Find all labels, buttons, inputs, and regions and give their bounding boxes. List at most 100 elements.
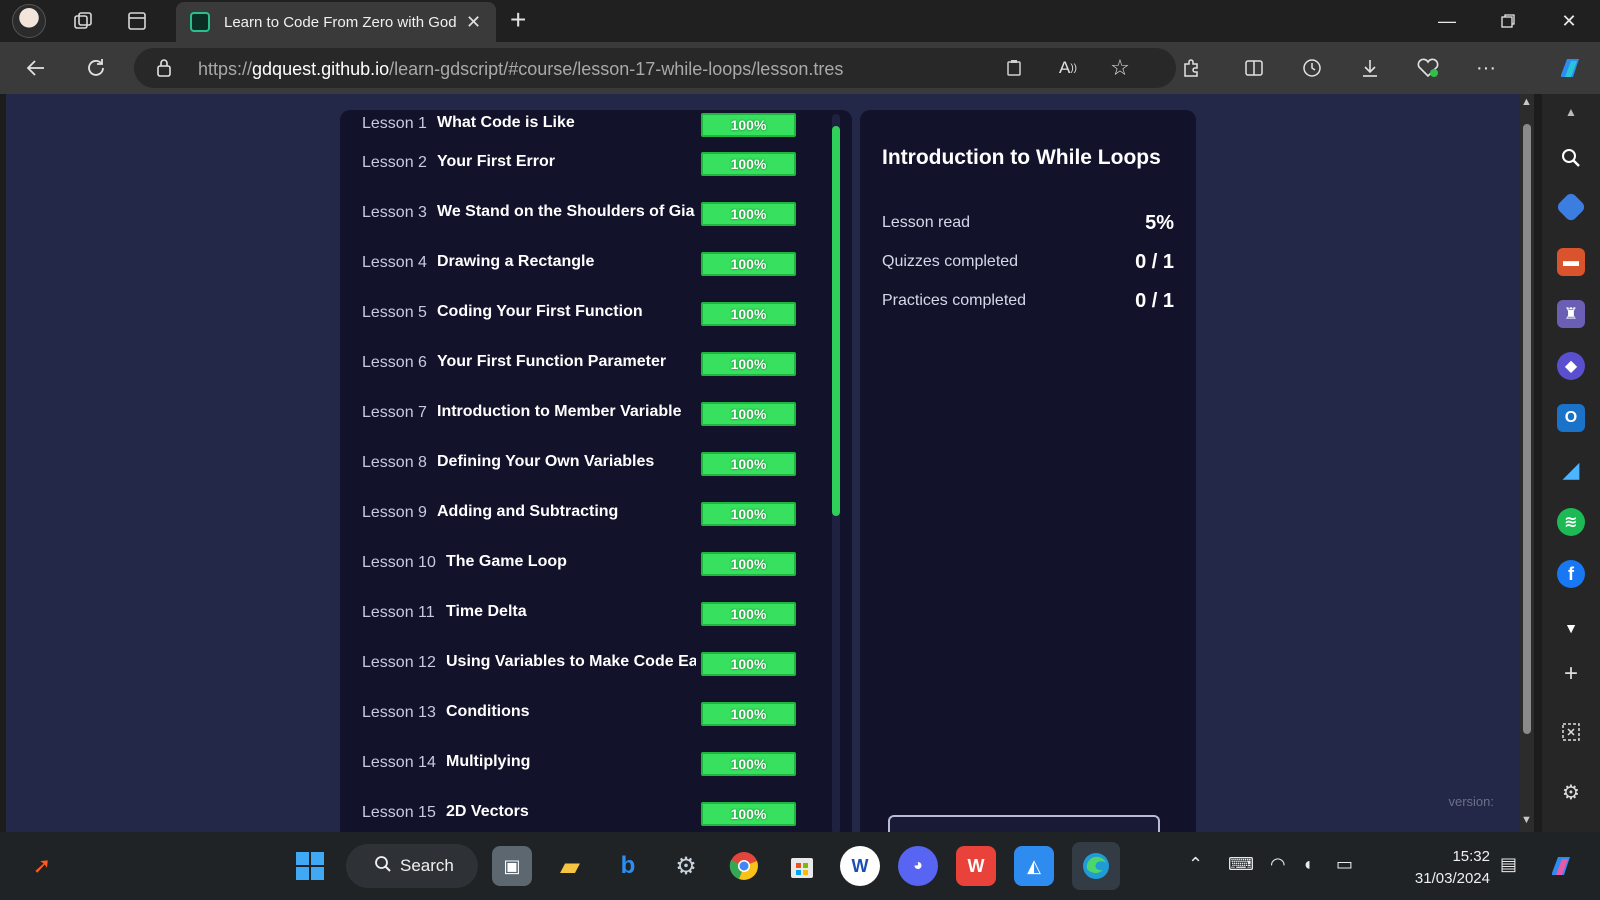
lesson-row[interactable]: Lesson 6 Your First Function Parameter 1…	[340, 344, 820, 384]
minimize-icon[interactable]: —	[1432, 6, 1462, 36]
lesson-row[interactable]: Lesson 1 What Code is Like 100%	[340, 110, 820, 145]
progress-badge: 100%	[701, 652, 796, 676]
history-icon[interactable]	[1296, 52, 1328, 84]
lesson-row[interactable]: Lesson 7 Introduction to Member Variable…	[340, 394, 820, 434]
wifi-icon[interactable]: ◠	[1270, 854, 1286, 875]
lesson-title: Multiplying	[446, 753, 531, 770]
new-tab-plus-icon[interactable]: +	[510, 4, 526, 36]
read-aloud-icon[interactable]: A))	[1052, 52, 1084, 84]
stat-label: Quizzes completed	[882, 253, 1019, 270]
lesson-list-scroll-thumb[interactable]	[832, 126, 840, 516]
lesson-title: 2D Vectors	[446, 803, 529, 820]
task-view-icon[interactable]: ▣	[492, 846, 532, 886]
microsoft-store-icon[interactable]	[782, 846, 822, 886]
file-explorer-icon[interactable]: ▰	[550, 846, 590, 886]
lesson-list-panel[interactable]: Lesson 1 What Code is Like 100% Lesson 2…	[340, 110, 852, 832]
downloads-icon[interactable]	[1354, 52, 1386, 84]
lesson-row[interactable]: Lesson 14 Multiplying 100%	[340, 744, 820, 784]
windows-taskbar: ➚ Search ▣ ▰ b ⚙ W ◕ W ◭ ⌃ ⌨ ◠ ◖ ▭ 15:32…	[0, 832, 1600, 900]
keyboard-icon[interactable]: ⌨	[1228, 854, 1254, 875]
lesson-row[interactable]: Lesson 4 Drawing a Rectangle 100%	[340, 244, 820, 284]
outlook-icon[interactable]: O	[1557, 404, 1585, 432]
vertical-tabs-icon[interactable]	[122, 6, 152, 36]
app-available-icon[interactable]	[998, 52, 1030, 84]
active-tab[interactable]: Learn to Code From Zero with Godot ✕	[176, 2, 496, 42]
edge-browser-icon[interactable]	[1072, 842, 1120, 890]
edge-sidebar: ▲ ▬ ♜ ◆ O ◢ ≋ f ▼ + ⚙	[1542, 94, 1600, 832]
clock-date: 31/03/2024	[1414, 870, 1490, 887]
lesson-number: Lesson 15	[362, 804, 436, 821]
sidebar-settings-gear-icon[interactable]: ⚙	[1557, 778, 1585, 806]
browser-toolbar: https://gdquest.github.io/learn-gdscript…	[0, 42, 1600, 94]
chrome-icon[interactable]	[724, 846, 764, 886]
lesson-title: Time Delta	[446, 603, 527, 620]
page-scroll-thumb[interactable]	[1523, 124, 1531, 734]
lesson-row[interactable]: Lesson 10 The Game Loop 100%	[340, 544, 820, 584]
taskbar-search-box[interactable]: Search	[346, 844, 478, 888]
tools-briefcase-icon[interactable]: ▬	[1557, 248, 1585, 276]
windows-start-icon[interactable]	[290, 846, 330, 886]
profile-avatar[interactable]	[12, 4, 46, 38]
lesson-row[interactable]: Lesson 11 Time Delta 100%	[340, 594, 820, 634]
lesson-info-panel: Introduction to While Loops Lesson read …	[860, 110, 1196, 832]
screenshot-capture-icon[interactable]	[1557, 718, 1585, 746]
lesson-title: Your First Function Parameter	[437, 353, 667, 370]
continue-button[interactable]	[888, 815, 1160, 832]
sidebar-more-down-icon[interactable]: ▼	[1557, 614, 1585, 642]
restore-icon[interactable]	[1493, 6, 1523, 36]
photos-icon[interactable]: ◭	[1014, 846, 1054, 886]
send-paper-plane-icon[interactable]: ◢	[1557, 456, 1585, 484]
lock-icon[interactable]	[148, 52, 180, 84]
bing-icon[interactable]: b	[608, 846, 648, 886]
copilot-icon[interactable]	[1554, 52, 1586, 84]
page-scrollbar[interactable]: ▲ ▼	[1520, 94, 1534, 832]
volume-icon[interactable]: ◖	[1302, 854, 1313, 875]
split-screen-icon[interactable]	[1238, 52, 1270, 84]
lesson-row[interactable]: Lesson 5 Coding Your First Function 100%	[340, 294, 820, 334]
close-window-icon[interactable]: ✕	[1554, 6, 1584, 36]
shopping-tag-icon[interactable]	[1555, 191, 1587, 223]
refresh-icon[interactable]	[80, 52, 112, 84]
lesson-list-scrollbar[interactable]	[832, 114, 840, 832]
browser-essentials-heart-icon[interactable]	[1412, 52, 1444, 84]
lesson-row[interactable]: Lesson 2 Your First Error 100%	[340, 144, 820, 184]
extensions-puzzle-icon[interactable]	[1175, 52, 1207, 84]
url-text[interactable]: https://gdquest.github.io/learn-gdscript…	[198, 59, 843, 80]
close-tab-icon[interactable]: ✕	[466, 12, 481, 33]
show-hidden-icons-chevron-icon[interactable]: ⌃	[1188, 854, 1203, 875]
lesson-row[interactable]: Lesson 13 Conditions 100%	[340, 694, 820, 734]
lesson-number: Lesson 7	[362, 404, 427, 421]
favorite-star-icon[interactable]: ☆	[1104, 52, 1136, 84]
address-bar[interactable]: https://gdquest.github.io/learn-gdscript…	[134, 48, 1176, 88]
spotify-icon[interactable]: ≋	[1557, 508, 1585, 536]
sidebar-scroll-up-icon[interactable]: ▲	[1557, 98, 1585, 126]
lesson-title: Defining Your Own Variables	[437, 453, 655, 470]
scroll-up-arrow-icon[interactable]: ▲	[1521, 96, 1532, 108]
scroll-down-arrow-icon[interactable]: ▼	[1521, 814, 1532, 826]
lesson-row[interactable]: Lesson 12 Using Variables to Make Code E…	[340, 644, 820, 684]
lesson-row[interactable]: Lesson 9 Adding and Subtracting 100%	[340, 494, 820, 534]
lesson-number: Lesson 12	[362, 654, 436, 671]
lesson-row[interactable]: Lesson 3 We Stand on the Shoulders of Gi…	[340, 194, 820, 234]
more-options-icon[interactable]: ···	[1470, 52, 1502, 84]
widgets-icon[interactable]: ➚	[22, 846, 62, 886]
copilot-pre-icon[interactable]	[1542, 846, 1582, 886]
lesson-number: Lesson 10	[362, 554, 436, 571]
wps-office-icon[interactable]: W	[956, 846, 996, 886]
facebook-icon[interactable]: f	[1557, 560, 1585, 588]
back-arrow-icon[interactable]	[20, 52, 52, 84]
lesson-row[interactable]: Lesson 15 2D Vectors 100%	[340, 794, 820, 832]
lesson-row[interactable]: Lesson 8 Defining Your Own Variables 100…	[340, 444, 820, 484]
search-icon[interactable]	[1557, 144, 1585, 172]
lesson-title: Adding and Subtracting	[437, 503, 619, 520]
settings-gear-icon[interactable]: ⚙	[666, 846, 706, 886]
add-sidebar-app-icon[interactable]: +	[1557, 660, 1585, 688]
battery-charging-icon[interactable]: ▭	[1336, 854, 1353, 875]
games-icon[interactable]: ♜	[1557, 300, 1585, 328]
notifications-icon[interactable]: ▤	[1500, 854, 1517, 875]
app-circle-icon[interactable]: W	[840, 846, 880, 886]
taskbar-clock[interactable]: 15:32 31/03/2024	[1400, 846, 1490, 890]
discord-icon[interactable]: ◕	[898, 846, 938, 886]
workspaces-icon[interactable]	[68, 6, 98, 36]
copilot-apps-icon[interactable]: ◆	[1557, 352, 1585, 380]
